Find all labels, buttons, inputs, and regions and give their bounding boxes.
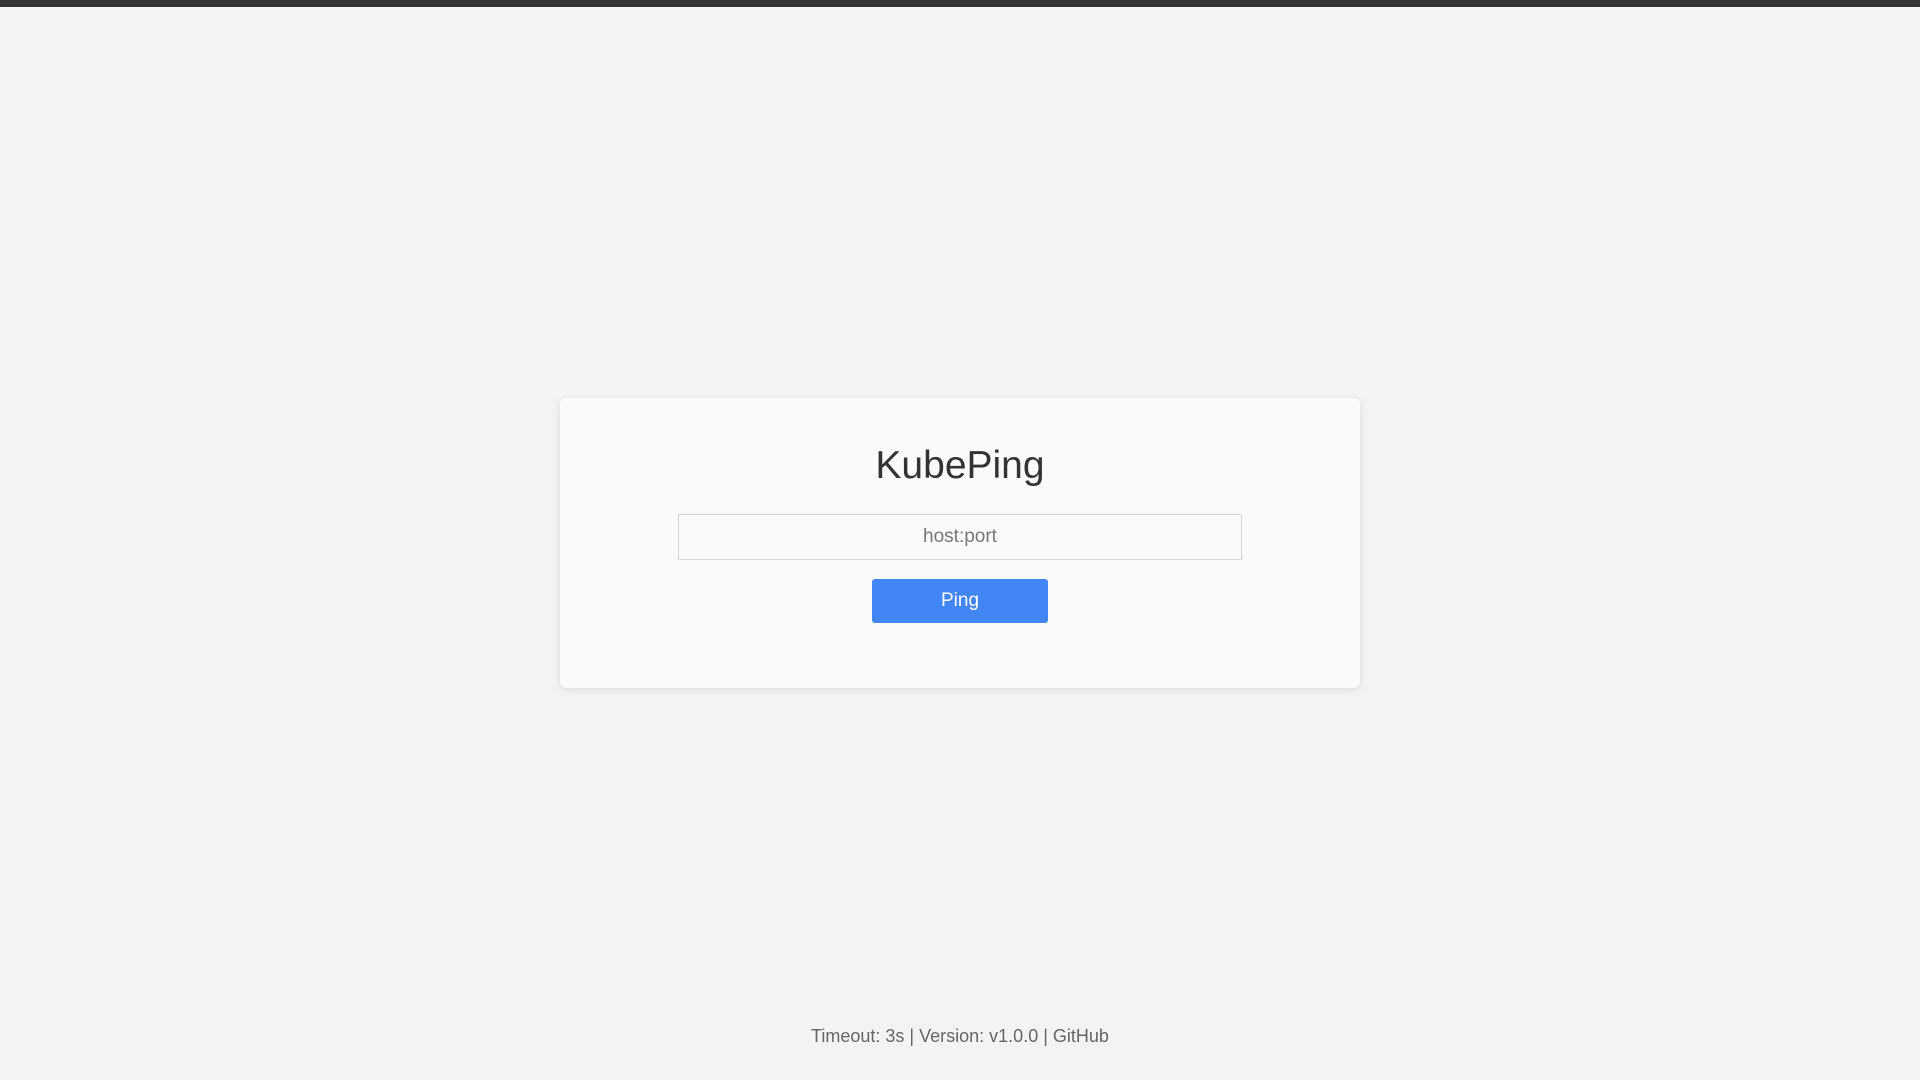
ping-button[interactable]: Ping bbox=[872, 579, 1048, 623]
version-info: Version: v1.0.0 bbox=[919, 1026, 1039, 1046]
github-link[interactable]: GitHub bbox=[1053, 1026, 1109, 1046]
footer: Timeout: 3s | Version: v1.0.0 | GitHub bbox=[0, 1026, 1920, 1047]
page-title: KubePing bbox=[875, 444, 1045, 487]
host-port-input[interactable] bbox=[678, 514, 1242, 560]
timeout-info: Timeout: 3s bbox=[811, 1026, 905, 1046]
top-bar bbox=[0, 0, 1920, 7]
footer-separator: | bbox=[909, 1026, 915, 1046]
footer-separator: | bbox=[1043, 1026, 1048, 1046]
ping-card: KubePing Ping bbox=[560, 398, 1360, 688]
